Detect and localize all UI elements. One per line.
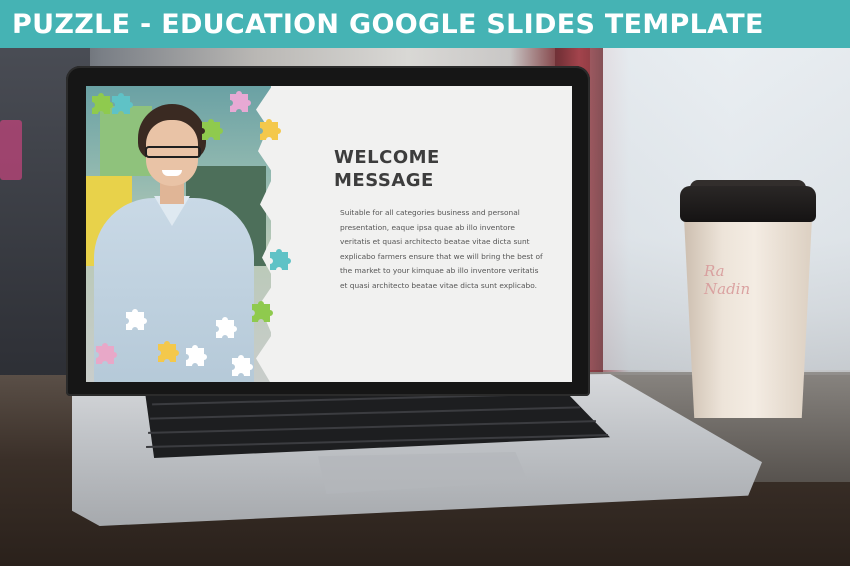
slide-heading: WELCOME MESSAGE — [334, 146, 534, 192]
coffee-cup-writing: Ra Nadin — [704, 262, 784, 298]
slide-body-line: veritatis et quasi architecto beatae vit… — [340, 237, 530, 246]
slide-body-line: explicabo farmers ensure that we will br… — [340, 251, 543, 261]
slide-heading-line: MESSAGE — [334, 170, 434, 191]
laptop-screen: WELCOME MESSAGE Suitable for all categor… — [86, 86, 572, 382]
coffee-cup-lid — [680, 186, 816, 222]
puzzle-piece-icon — [254, 114, 284, 144]
teacher-smile — [162, 170, 182, 176]
puzzle-piece-icon — [196, 114, 226, 144]
slide-heading-line: WELCOME — [334, 147, 440, 168]
slide-body-line: the market to your kimquae ab illo inven… — [340, 266, 539, 275]
puzzle-piece-icon — [86, 88, 116, 118]
cup-writing-line: Ra — [704, 262, 725, 280]
slide-body-text: Suitable for all categories business and… — [340, 206, 550, 293]
puzzle-piece-icon — [90, 338, 120, 368]
puzzle-piece-icon — [246, 296, 276, 326]
title-banner: PUZZLE - EDUCATION GOOGLE SLIDES TEMPLAT… — [0, 0, 850, 48]
puzzle-piece-icon — [264, 244, 294, 274]
puzzle-piece-icon — [152, 336, 182, 366]
cup-writing-line: Nadin — [704, 280, 751, 298]
puzzle-piece-icon — [180, 340, 210, 370]
puzzle-piece-icon — [226, 350, 256, 380]
background-pink-object — [0, 120, 22, 180]
puzzle-piece-icon — [120, 304, 150, 334]
banner-title: PUZZLE - EDUCATION GOOGLE SLIDES TEMPLAT… — [12, 8, 764, 40]
slide-body-line: Suitable for all categories business and… — [340, 208, 520, 217]
teacher-glasses — [145, 146, 201, 158]
slide-body-line: presentation, eaque ipsa quae ab illo in… — [340, 222, 515, 232]
slide-body-line: et quasi architecto beatae vitae dicta s… — [340, 280, 537, 290]
puzzle-piece-icon — [210, 312, 240, 342]
coffee-cup — [684, 218, 812, 418]
puzzle-piece-icon — [224, 86, 254, 116]
